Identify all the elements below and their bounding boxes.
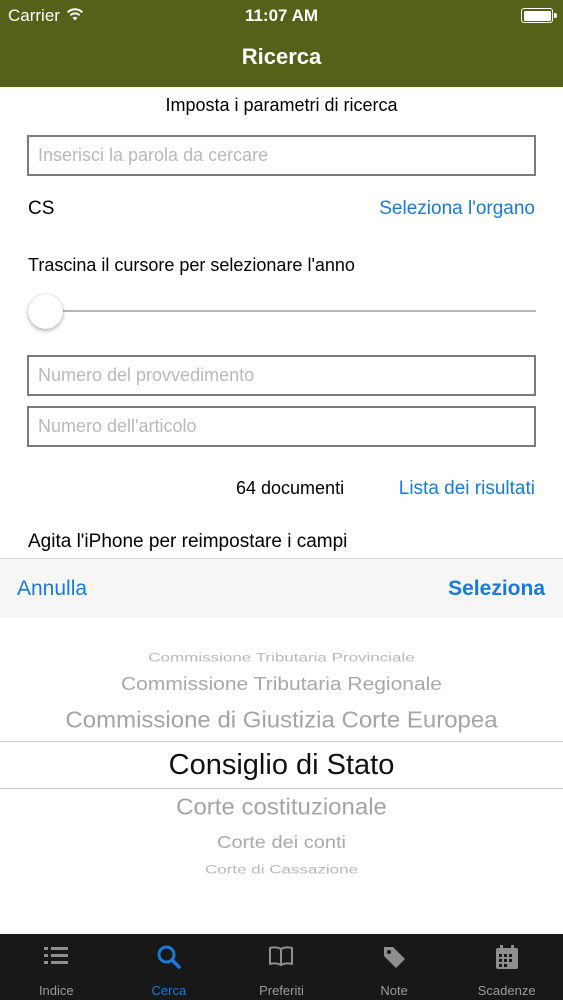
search-input[interactable]	[27, 135, 536, 176]
document-count: 64 documenti	[236, 478, 345, 498]
book-icon	[269, 946, 294, 966]
picker-option[interactable]: Corte costituzionale	[0, 795, 563, 822]
cancel-button[interactable]: Annulla	[17, 577, 87, 601]
shake-reset-hint: Agita l'iPhone per reimpostare i campi	[28, 531, 348, 552]
picker-option[interactable]: Corte di Cassazione	[0, 863, 563, 877]
year-slider-thumb[interactable]	[28, 294, 63, 329]
picker-option[interactable]: Commissione di Giustizia Corte Europea	[0, 708, 563, 735]
status-bar: Carrier 11:07 AM	[0, 0, 563, 32]
organ-picker[interactable]: Commissione Tributaria Provinciale Commi…	[0, 618, 563, 934]
tab-label: Indice	[38, 983, 74, 998]
picker-option-selected[interactable]: Consiglio di Stato	[0, 749, 563, 782]
select-organ-link[interactable]: Seleziona l'organo	[379, 198, 535, 220]
tab-preferiti[interactable]: Preferiti	[225, 934, 338, 1000]
tab-scadenze[interactable]: Scadenze	[450, 934, 563, 1000]
battery-icon	[521, 8, 557, 23]
picker-selection-top-divider	[0, 741, 563, 742]
picker-option[interactable]: Commissione Tributaria Regionale	[0, 675, 563, 696]
list-icon	[44, 947, 69, 964]
provvedimento-number-field[interactable]	[27, 355, 536, 396]
tab-label: Preferiti	[259, 983, 304, 998]
tag-icon	[384, 947, 406, 968]
picker-option[interactable]: Corte dei conti	[0, 834, 563, 854]
year-slider-track[interactable]	[28, 310, 536, 312]
calendar-icon	[495, 945, 518, 969]
tab-label: Note	[380, 983, 408, 998]
nav-bar: Ricerca	[0, 32, 563, 87]
tab-note[interactable]: Note	[338, 934, 451, 1000]
picker-toolbar: Annulla Seleziona	[0, 558, 563, 618]
clock: 11:07 AM	[244, 6, 319, 25]
form-heading: Imposta i parametri di ricerca	[165, 95, 398, 115]
article-number-field[interactable]	[27, 406, 536, 447]
page-title: Ricerca	[241, 44, 322, 69]
search-icon	[157, 945, 181, 969]
picker-selection-bottom-divider	[0, 788, 563, 789]
selected-organ-code: CS	[28, 198, 55, 219]
tab-indice[interactable]: Indice	[0, 934, 113, 1000]
tab-bar: Indice Cerca Preferiti Note Scadenze	[0, 934, 563, 1000]
tab-label: Cerca	[151, 983, 187, 998]
picker-option[interactable]: Commissione Tributaria Provinciale	[0, 651, 563, 665]
tab-label: Scadenze	[477, 983, 536, 998]
results-list-link[interactable]: Lista dei risultati	[399, 478, 535, 500]
year-slider-label: Trascina il cursore per selezionare l'an…	[28, 255, 355, 275]
tab-cerca[interactable]: Cerca	[113, 934, 226, 1000]
select-button[interactable]: Seleziona	[448, 577, 545, 601]
